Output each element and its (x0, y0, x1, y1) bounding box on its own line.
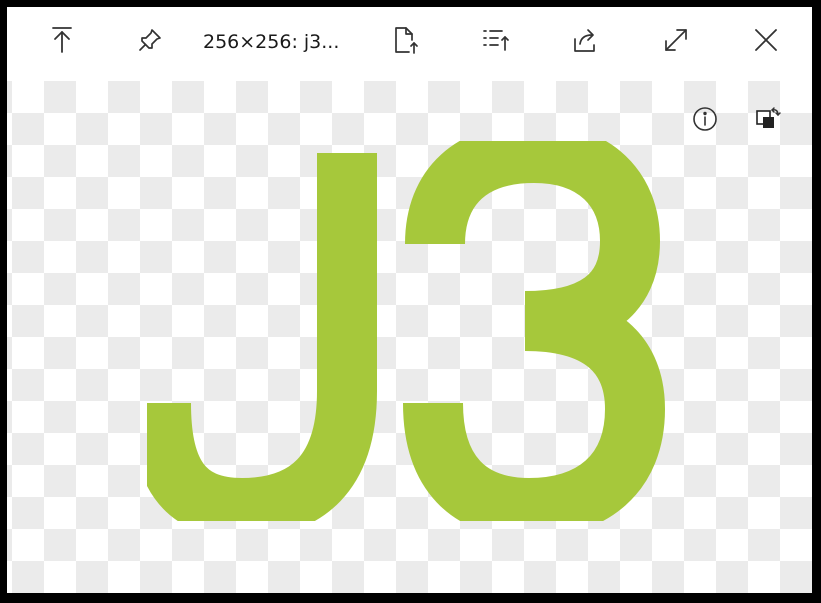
arrow-up-to-top-icon (50, 26, 74, 54)
pin-button[interactable] (133, 23, 167, 57)
save-as-button[interactable] (389, 23, 423, 57)
image-canvas[interactable] (7, 81, 812, 593)
window-title: 256×256: j3... (203, 31, 340, 53)
list-button[interactable] (479, 23, 513, 57)
full-screen-button[interactable] (659, 23, 693, 57)
logo-letter-j (131, 153, 377, 539)
keep-on-top-button[interactable] (45, 23, 79, 57)
file-export-icon (393, 26, 419, 54)
background-toggle-button[interactable] (753, 106, 783, 136)
pin-icon (137, 27, 163, 53)
info-icon (692, 106, 718, 136)
swap-background-icon (754, 105, 782, 137)
share-button[interactable] (569, 23, 603, 57)
close-icon (754, 28, 778, 52)
toolbar: 256×256: j3... (7, 7, 812, 81)
info-button[interactable] (690, 106, 720, 136)
j3-logo-image (131, 122, 677, 539)
image-viewer-window: 256×256: j3... (5, 5, 814, 595)
logo-letter-3 (403, 122, 666, 539)
list-sort-icon (482, 28, 510, 52)
share-icon (572, 27, 600, 53)
close-button[interactable] (749, 23, 783, 57)
expand-icon (663, 27, 689, 53)
